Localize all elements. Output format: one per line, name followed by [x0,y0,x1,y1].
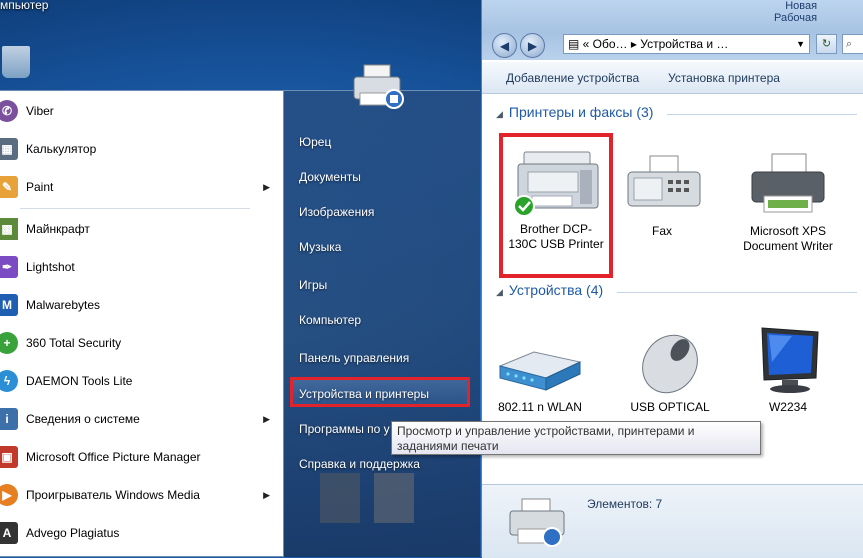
picture-manager-icon: ▣ [0,446,18,468]
blurred-tiles [320,473,414,523]
desktop-computer-label[interactable]: мпьютер [0,0,48,12]
item-count: Элементов: 7 [587,497,663,511]
program-item[interactable]: i Сведения о системе ▶ [0,401,282,437]
start-item-default-programs[interactable]: Программы по у [299,422,390,436]
fax-icon [627,155,701,207]
xps-printer-icon [751,153,825,213]
start-item-music[interactable]: Музыка [299,240,341,254]
daemon-tools-icon: ϟ [0,370,18,392]
divider [20,208,250,209]
mfp-printer-icon [513,151,599,217]
tooltip: Просмотр и управление устройствами, прин… [391,421,761,455]
device-item[interactable]: W2234 [738,322,838,415]
malwarebytes-icon: M [0,294,18,316]
divider [617,292,857,293]
program-item[interactable]: + 360 Total Security [0,325,282,361]
program-item[interactable]: ϟ DAEMON Tools Lite [0,363,282,399]
device-item[interactable]: Brother DCP-130C USB Printer [506,148,606,252]
program-item[interactable]: ▣ Microsoft Office Picture Manager [0,439,282,475]
lightshot-icon: ✒ [0,256,18,278]
printer-icon [509,498,565,547]
window-toolbar: Новая Рабочая ◀ ▶ ▤ « Обо… ▸ Устройства … [482,0,863,60]
program-item[interactable]: ▶ Проигрыватель Windows Media ▶ [0,477,282,513]
program-item[interactable]: ✒ Lightshot [0,249,282,285]
desktop-peek-text: Новая Рабочая [774,0,818,24]
refresh-button[interactable]: ↻ [816,34,837,54]
start-item-games[interactable]: Игры [299,278,327,292]
start-item-help[interactable]: Справка и поддержка [299,457,420,471]
command-bar: Добавление устройства Установка принтера [482,62,863,94]
devices-printers-window: Новая Рабочая ◀ ▶ ▤ « Обо… ▸ Устройства … [481,0,863,558]
group-printers-header[interactable]: ◢ Принтеры и факсы (3) [496,104,653,120]
start-menu-right-pane: Юрец Документы Изображения Музыка Игры К… [284,64,480,557]
router-icon [498,351,582,391]
paint-icon: ✎ [0,176,18,198]
program-item[interactable]: ✎ Paint ▶ [0,169,282,205]
media-player-icon: ▶ [0,484,18,506]
program-item[interactable]: ▩ Майнкрафт [0,211,282,247]
program-item[interactable]: A Advego Plagiatus [0,515,282,551]
device-item[interactable]: USB OPTICAL [620,326,720,415]
status-bar: Элементов: 7 [482,484,863,558]
printer-icon [353,64,404,109]
search-input[interactable]: ⌕ [842,34,863,54]
device-item[interactable]: Fax [612,150,712,239]
device-item[interactable]: Microsoft XPS Document Writer [738,150,838,254]
minecraft-icon: ▩ [0,218,18,240]
start-item-control-panel[interactable]: Панель управления [299,351,409,365]
submenu-arrow-icon: ▶ [263,413,270,424]
add-printer-button[interactable]: Установка принтера [668,71,780,85]
system-info-icon: i [0,408,18,430]
monitor-icon [761,327,819,393]
add-device-button[interactable]: Добавление устройства [506,71,639,85]
folder-icon: ▤ [568,37,583,51]
collapse-icon[interactable]: ◢ [496,287,503,297]
recycle-bin-icon[interactable] [2,46,30,78]
viber-icon: ✆ [0,100,18,122]
mouse-icon [642,334,698,394]
back-button[interactable]: ◀ [492,33,517,58]
group-devices-header[interactable]: ◢ Устройства (4) [496,282,603,298]
start-item-devices-printers[interactable]: Устройства и принтеры [299,387,429,401]
program-item[interactable]: ▦ Калькулятор [0,131,282,167]
submenu-arrow-icon: ▶ [263,489,270,500]
divider [667,114,857,115]
start-item-documents[interactable]: Документы [299,170,361,184]
program-item[interactable]: M Malwarebytes [0,287,282,323]
programs-list: ✆ Viber ▦ Калькулятор ✎ Paint ▶ ▩ Майнкр… [0,90,284,557]
start-menu: ✆ Viber ▦ Калькулятор ✎ Paint ▶ ▩ Майнкр… [0,64,480,557]
program-item[interactable]: ✆ Viber [0,93,282,129]
submenu-arrow-icon: ▶ [263,181,270,192]
security-icon: + [0,332,18,354]
address-bar[interactable]: ▤ « Обо… ▸ Устройства и … ▼ [563,34,810,54]
forward-button[interactable]: ▶ [520,33,545,58]
start-item-pictures[interactable]: Изображения [299,205,374,219]
calculator-icon: ▦ [0,138,18,160]
collapse-icon[interactable]: ◢ [496,109,503,119]
device-item[interactable]: 802.11 n WLAN [490,326,590,415]
start-item-computer[interactable]: Компьютер [299,313,361,327]
chevron-down-icon[interactable]: ▼ [796,35,805,53]
plagiatus-icon: A [0,522,18,544]
start-item-user[interactable]: Юрец [299,135,331,149]
